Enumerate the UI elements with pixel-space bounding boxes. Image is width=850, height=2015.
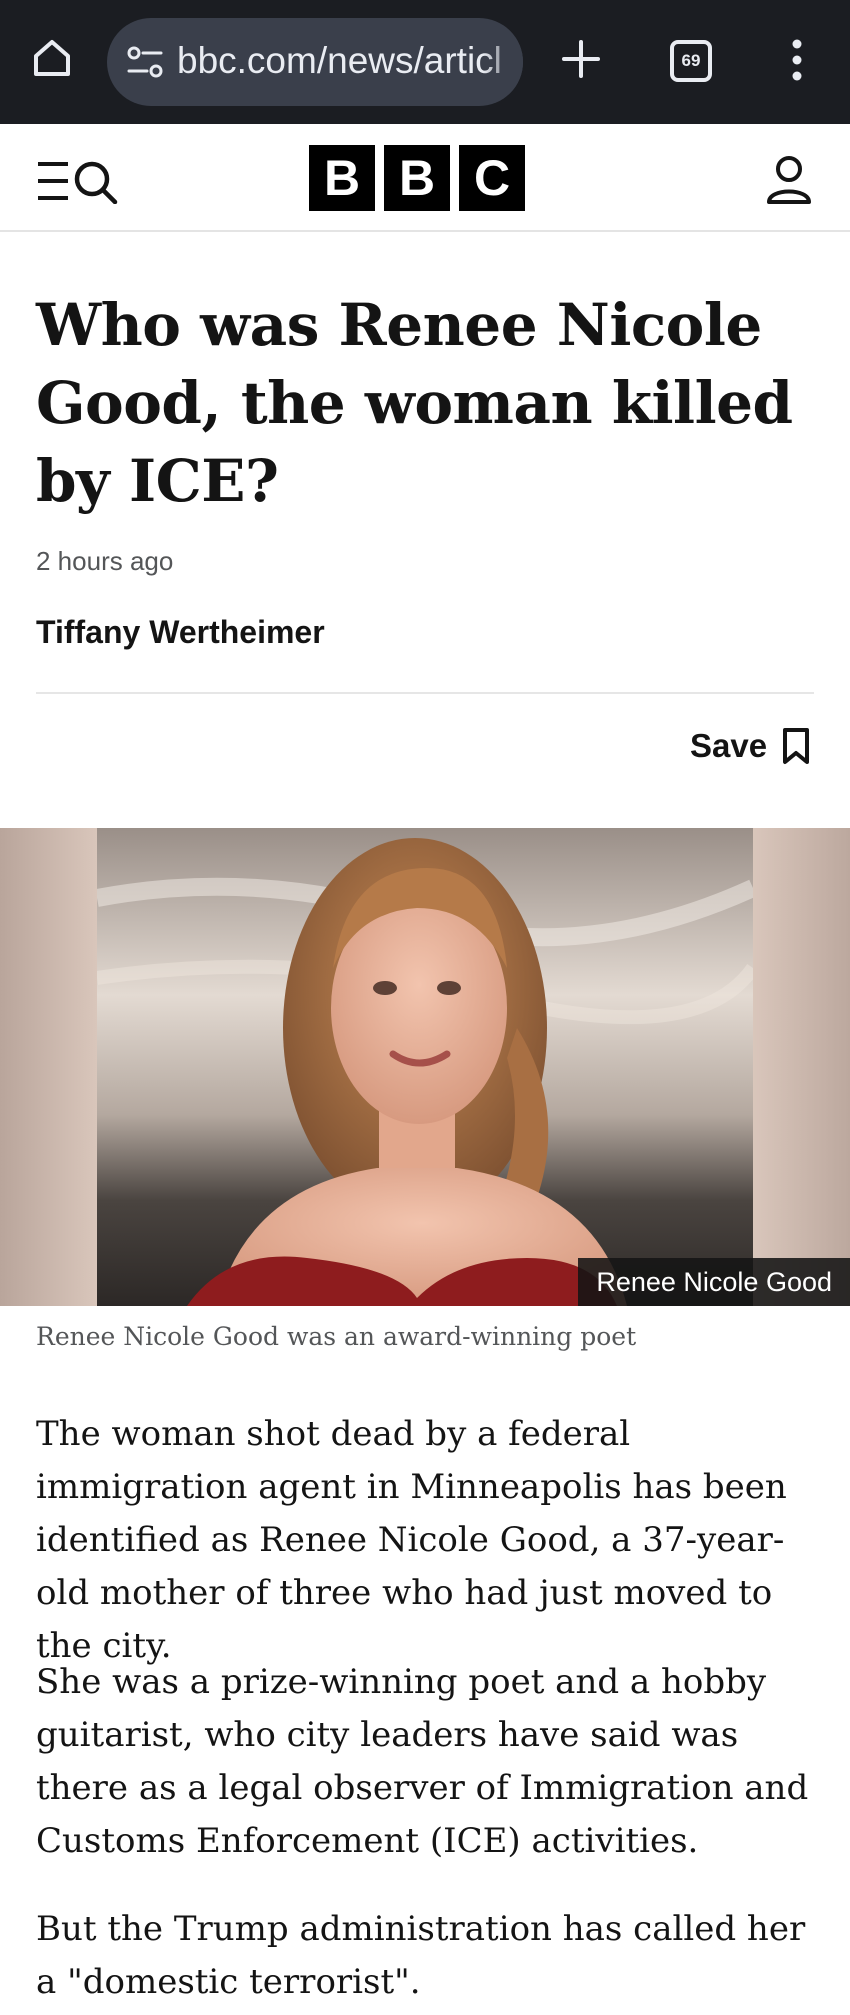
bbc-logo-letter: C [459,145,525,211]
image-credit-label: Renee Nicole Good [578,1258,850,1306]
bbc-logo-letter: B [309,145,375,211]
bbc-logo-letter: B [384,145,450,211]
site-settings-icon[interactable] [125,44,165,80]
site-header: B B C [0,124,850,232]
account-icon [767,156,811,204]
article-author[interactable]: Tiffany Wertheimer [36,614,325,651]
more-vertical-icon [792,39,802,81]
bookmark-icon [783,728,810,764]
image-caption: Renee Nicole Good was an award-winning p… [36,1322,637,1351]
portrait-photo [97,828,753,1306]
browser-menu-button[interactable] [784,38,810,82]
article-paragraph: But the Trump administration has called … [36,1909,806,2002]
bbc-logo[interactable]: B B C [309,145,525,211]
home-icon [34,40,70,76]
menu-icon [38,161,118,205]
save-label: Save [690,727,768,764]
plus-icon [562,40,600,78]
address-bar[interactable]: bbc.com/news/articl [107,18,523,106]
save-button[interactable]: Save [690,722,811,770]
url-fade [483,18,523,106]
browser-toolbar: bbc.com/news/articl 69 [0,0,850,124]
account-button[interactable] [764,154,814,206]
image-blur-right [753,828,850,1306]
article-headline: Who was Renee Nicole Good, the woman kil… [36,291,793,515]
article-image: Renee Nicole Good [0,828,850,1306]
article-timestamp: 2 hours ago [36,546,174,576]
menu-search-button[interactable] [36,158,130,205]
article-paragraph: The woman shot dead by a federal immigra… [36,1414,787,1666]
image-blur-left [0,828,97,1306]
tab-switcher-button[interactable]: 69 [670,40,712,82]
url-text: bbc.com/news/articl [177,40,502,81]
home-button[interactable] [30,36,74,80]
article-paragraph: She was a prize-winning poet and a hobby… [36,1662,809,1861]
divider [36,692,814,694]
new-tab-button[interactable] [560,38,602,80]
search-icon [74,161,118,205]
